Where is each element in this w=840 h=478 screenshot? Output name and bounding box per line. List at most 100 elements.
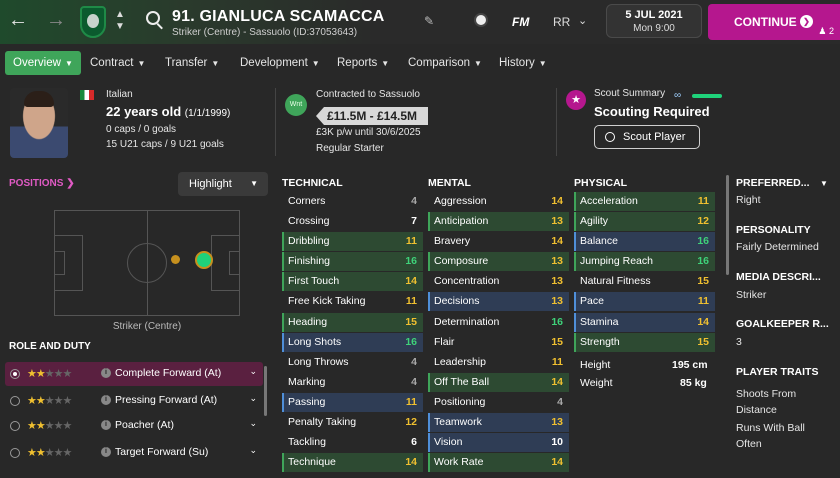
attribute-row[interactable]: Heading 15 xyxy=(282,313,423,332)
attribute-row[interactable]: Flair 15 xyxy=(428,333,569,352)
attribute-row[interactable]: Natural Fitness 15 xyxy=(574,272,715,291)
forward-arrow-icon[interactable]: → xyxy=(46,9,66,32)
tab-label: Contract xyxy=(90,57,134,69)
attribute-row[interactable]: Penalty Taking 12 xyxy=(282,413,423,432)
attribute-row[interactable]: Marking 4 xyxy=(282,373,423,392)
chevron-down-icon[interactable]: ⌄ xyxy=(249,445,257,456)
attribute-row[interactable]: Long Shots 16 xyxy=(282,333,423,352)
club-badge-icon[interactable] xyxy=(80,6,106,38)
rr-button[interactable]: RR xyxy=(553,15,570,29)
highlight-dropdown[interactable]: Highlight ▼ xyxy=(178,172,268,196)
attribute-row[interactable]: Strength 15 xyxy=(574,333,715,352)
attribute-row[interactable]: Corners 4 xyxy=(282,192,423,211)
attribute-name: Finishing xyxy=(288,255,331,267)
attribute-row[interactable]: Passing 11 xyxy=(282,393,423,412)
position-marker-st[interactable] xyxy=(195,251,213,269)
tab-development[interactable]: Development ▼ xyxy=(240,51,320,75)
attribute-row[interactable]: Pace 11 xyxy=(574,292,715,311)
attribute-name: Tackling xyxy=(288,436,326,448)
scout-progress-bar xyxy=(692,94,722,98)
italy-flag-icon xyxy=(80,90,94,100)
attribute-row[interactable]: Work Rate 14 xyxy=(428,453,569,472)
attribute-row[interactable]: Anticipation 13 xyxy=(428,212,569,231)
tab-contract[interactable]: Contract ▼ xyxy=(90,51,145,75)
attribute-row[interactable]: Long Throws 4 xyxy=(282,353,423,372)
attribute-row[interactable]: Vision 10 xyxy=(428,433,569,452)
chevron-down-icon: ▼ xyxy=(250,179,258,188)
attribute-row[interactable]: Bravery 14 xyxy=(428,232,569,251)
fm-button[interactable]: FM xyxy=(512,15,529,29)
attribute-value: 4 xyxy=(411,195,417,207)
attribute-row[interactable]: Positioning 4 xyxy=(428,393,569,412)
attribute-row[interactable]: Technique 14 xyxy=(282,453,423,472)
attribute-row[interactable]: Finishing 16 xyxy=(282,252,423,271)
chevron-down-icon[interactable]: ▼ xyxy=(820,179,828,188)
attribute-row[interactable]: Composure 13 xyxy=(428,252,569,271)
search-icon[interactable] xyxy=(146,11,160,25)
chevron-down-icon[interactable]: ⌄ xyxy=(249,366,257,377)
tab-reports[interactable]: Reports ▼ xyxy=(337,51,389,75)
attribute-name: Bravery xyxy=(434,235,471,247)
role-item[interactable]: ★★★★★ i Complete Forward (At) ⌄ xyxy=(5,362,263,386)
attribute-row[interactable]: Tackling 6 xyxy=(282,433,423,452)
inbox-count[interactable]: ♟ 2 xyxy=(818,26,834,37)
attribute-row[interactable]: First Touch 14 xyxy=(282,272,423,291)
attribute-row[interactable]: Stamina 14 xyxy=(574,313,715,332)
player-name: 91. GIANLUCA SCAMACCA xyxy=(172,8,385,25)
tab-transfer[interactable]: Transfer ▼ xyxy=(165,51,219,75)
continue-button[interactable]: CONTINUE ❯ ♟ 2 xyxy=(708,4,840,40)
attribute-row[interactable]: Balance 16 xyxy=(574,232,715,251)
radio-button[interactable] xyxy=(10,421,20,431)
tab-label: Comparison xyxy=(408,57,470,69)
chevron-down-icon[interactable]: ▼ xyxy=(115,22,125,32)
info-icon[interactable]: i xyxy=(101,395,111,405)
attribute-row[interactable]: Concentration 13 xyxy=(428,272,569,291)
attribute-row[interactable]: Decisions 13 xyxy=(428,292,569,311)
positions-title[interactable]: POSITIONS ❯ xyxy=(9,178,75,189)
attribute-row[interactable]: Free Kick Taking 11 xyxy=(282,292,423,311)
edit-icon[interactable]: ✎ xyxy=(424,14,434,28)
attribute-row[interactable]: Determination 16 xyxy=(428,313,569,332)
attribute-row[interactable]: Leadership 11 xyxy=(428,353,569,372)
attribute-row[interactable]: Agility 12 xyxy=(574,212,715,231)
attribute-row[interactable]: Acceleration 11 xyxy=(574,192,715,211)
chevron-up-icon[interactable]: ▲ xyxy=(115,10,125,20)
value-tag: £11.5M - £14.5M xyxy=(316,107,428,125)
attribute-name: Determination xyxy=(434,316,500,328)
role-item[interactable]: ★★★★★ i Target Forward (Su) ⌄ xyxy=(5,441,263,465)
attribute-row[interactable]: Teamwork 13 xyxy=(428,413,569,432)
attribute-value: 14 xyxy=(551,195,563,207)
chevron-down-icon[interactable]: ⌄ xyxy=(578,14,587,27)
position-marker-am[interactable] xyxy=(171,255,180,264)
chevron-down-icon[interactable]: ⌄ xyxy=(249,418,257,429)
tab-overview[interactable]: Overview ▼ xyxy=(5,51,81,75)
date-display[interactable]: 5 JUL 2021 Mon 9:00 xyxy=(606,4,702,38)
scout-player-button[interactable]: Scout Player xyxy=(594,125,700,149)
back-arrow-icon[interactable]: ← xyxy=(8,9,28,32)
info-icon[interactable]: i xyxy=(101,420,111,430)
attribute-row[interactable]: Off The Ball 14 xyxy=(428,373,569,392)
chevron-down-icon[interactable]: ⌄ xyxy=(249,393,257,404)
attribute-name: Stamina xyxy=(580,316,619,328)
attribute-value: 4 xyxy=(411,356,417,368)
attribute-row[interactable]: Dribbling 11 xyxy=(282,232,423,251)
radio-button[interactable] xyxy=(10,448,20,458)
attribute-row[interactable]: Crossing 7 xyxy=(282,212,423,231)
attribute-name: First Touch xyxy=(288,275,340,287)
attribute-name: Vision xyxy=(434,436,463,448)
radio-button[interactable] xyxy=(10,369,20,379)
role-item[interactable]: ★★★★★ i Poacher (At) ⌄ xyxy=(5,414,263,438)
football-icon[interactable] xyxy=(474,13,488,27)
attribute-row[interactable]: Jumping Reach 16 xyxy=(574,252,715,271)
scrollbar[interactable] xyxy=(726,175,729,275)
attribute-name: Passing xyxy=(288,396,326,408)
info-icon[interactable]: i xyxy=(101,368,111,378)
radio-button[interactable] xyxy=(10,396,20,406)
attribute-row[interactable]: Aggression 14 xyxy=(428,192,569,211)
scrollbar[interactable] xyxy=(264,366,267,416)
role-item[interactable]: ★★★★★ i Pressing Forward (At) ⌄ xyxy=(5,389,263,413)
info-icon[interactable]: i xyxy=(101,447,111,457)
tab-history[interactable]: History ▼ xyxy=(499,51,547,75)
attribute-name: Crossing xyxy=(288,215,330,227)
tab-comparison[interactable]: Comparison ▼ xyxy=(408,51,482,75)
